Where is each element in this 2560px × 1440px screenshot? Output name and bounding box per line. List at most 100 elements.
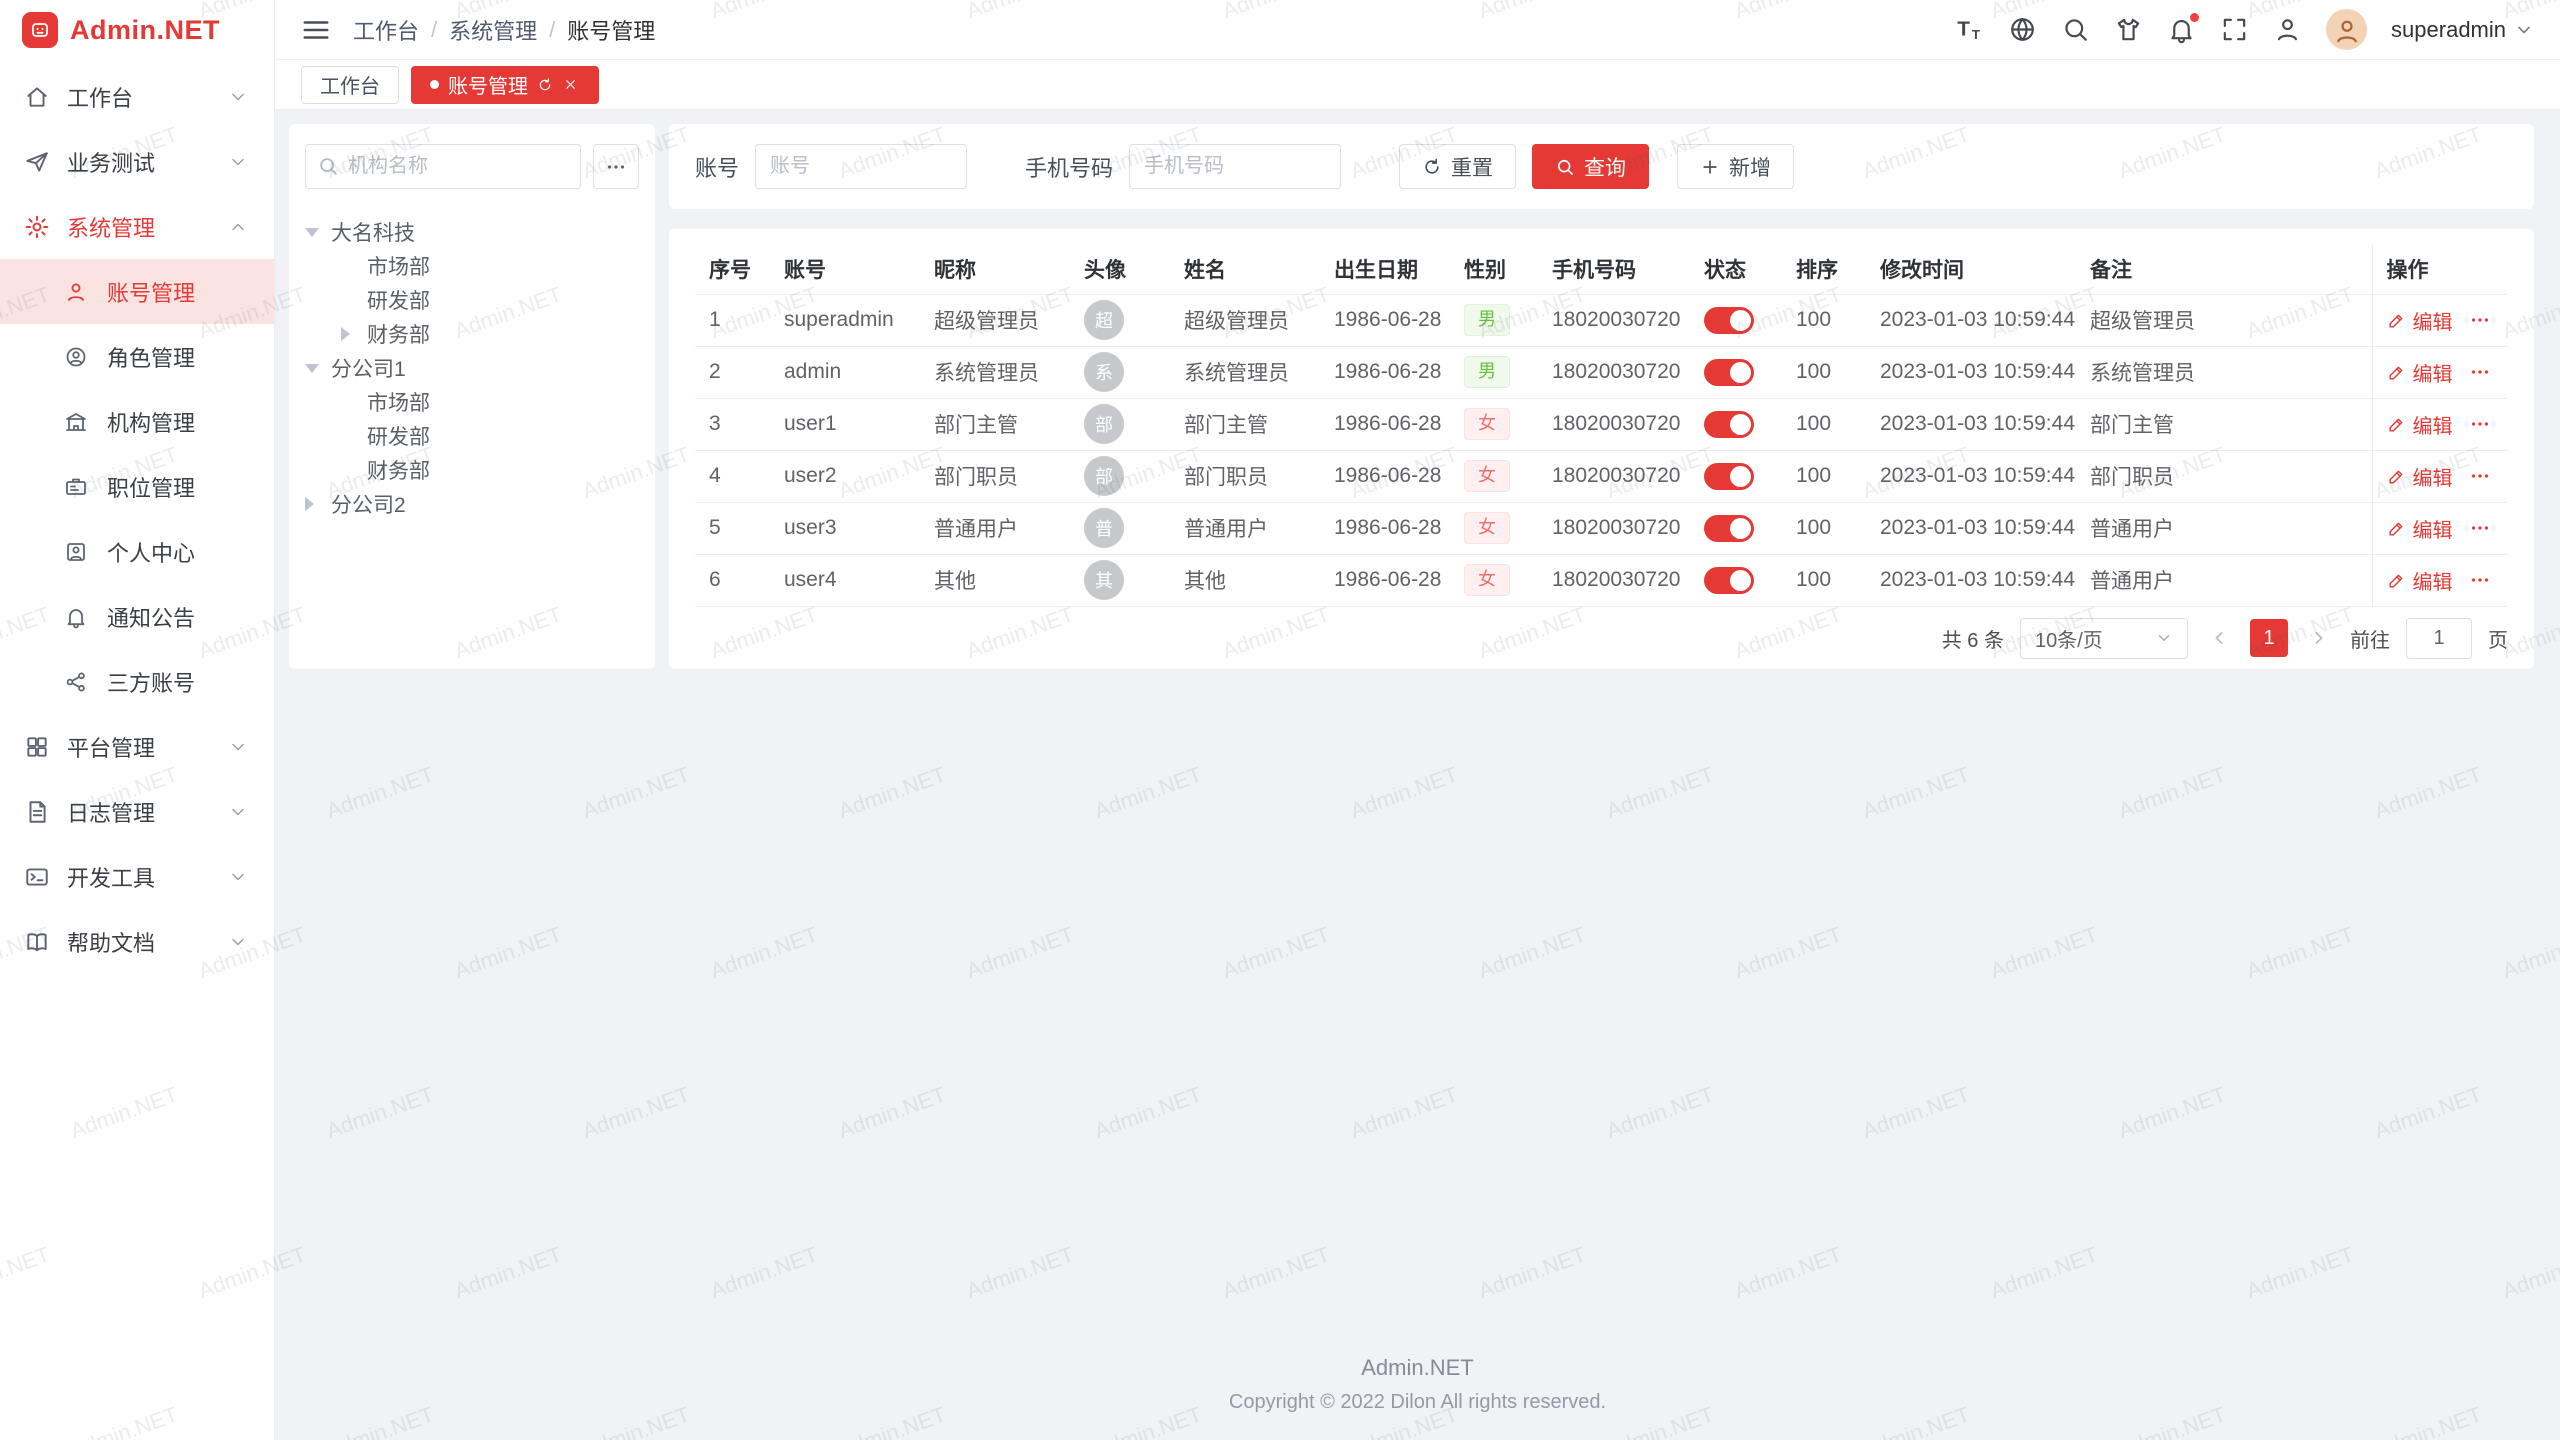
goto-page-input[interactable]	[2406, 618, 2472, 659]
more-actions-button[interactable]	[2469, 309, 2491, 331]
edit-button[interactable]: 编辑	[2387, 566, 2453, 595]
sidebar-item-dev-tools[interactable]: 开发工具	[0, 844, 274, 909]
column-header: 账号	[770, 244, 920, 294]
cell-actions: 编辑	[2372, 502, 2508, 554]
caret-right-icon[interactable]	[341, 327, 367, 341]
sidebar-item-log-manage[interactable]: 日志管理	[0, 779, 274, 844]
cell-no: 4	[695, 450, 770, 502]
more-actions-button[interactable]	[2469, 517, 2491, 539]
tree-node[interactable]: 分公司2	[305, 487, 639, 521]
tree-node[interactable]: 分公司1	[305, 351, 639, 385]
status-toggle[interactable]	[1704, 463, 1754, 490]
tree-node[interactable]: 研发部	[305, 283, 639, 317]
sidebar-item-position-manage[interactable]: 职位管理	[0, 454, 274, 519]
cell-remark: 超级管理员	[2076, 294, 2372, 346]
tab-refresh-icon[interactable]	[537, 76, 554, 93]
tab-account-manage[interactable]: 账号管理	[411, 66, 599, 104]
cell-no: 1	[695, 294, 770, 346]
notification-bell-icon[interactable]	[2167, 15, 2196, 44]
logo[interactable]: Admin.NET	[0, 0, 274, 60]
edit-button[interactable]: 编辑	[2387, 514, 2453, 543]
sidebar-item-help-docs[interactable]: 帮助文档	[0, 909, 274, 974]
status-toggle[interactable]	[1704, 307, 1754, 334]
more-actions-button[interactable]	[2469, 569, 2491, 591]
edit-button[interactable]: 编辑	[2387, 410, 2453, 439]
status-toggle[interactable]	[1704, 411, 1754, 438]
avatar: 部	[1084, 404, 1124, 444]
phone-filter-input[interactable]	[1129, 144, 1341, 189]
breadcrumb-item[interactable]: 工作台	[353, 14, 419, 46]
sidebar-item-account-manage[interactable]: 账号管理	[0, 259, 274, 324]
doc-icon	[24, 928, 51, 955]
caret-down-icon[interactable]	[305, 228, 331, 237]
search-button[interactable]: 查询	[1532, 144, 1649, 189]
next-page-button[interactable]	[2304, 619, 2334, 657]
tree-node[interactable]: 研发部	[305, 419, 639, 453]
more-actions-button[interactable]	[2469, 413, 2491, 435]
sidebar-item-workbench[interactable]: 工作台	[0, 64, 274, 129]
refresh-icon	[1422, 157, 1442, 177]
tree-node[interactable]: 财务部	[305, 317, 639, 351]
user-icon[interactable]	[2273, 15, 2302, 44]
topbar: 工作台 / 系统管理 / 账号管理 TT superadmin	[275, 0, 2560, 60]
cell-gender: 女	[1450, 502, 1538, 554]
column-header: 姓名	[1170, 244, 1320, 294]
sidebar-item-third-account[interactable]: 三方账号	[0, 649, 274, 714]
tree-node[interactable]: 市场部	[305, 249, 639, 283]
breadcrumb-item[interactable]: 系统管理	[449, 14, 537, 46]
edit-button[interactable]: 编辑	[2387, 306, 2453, 335]
avatar[interactable]	[2326, 9, 2367, 50]
chevron-right-icon	[2309, 628, 2329, 648]
account-filter-input[interactable]	[755, 144, 967, 189]
reset-button[interactable]: 重置	[1399, 144, 1516, 189]
edit-button[interactable]: 编辑	[2387, 462, 2453, 491]
status-toggle[interactable]	[1704, 359, 1754, 386]
home-icon	[24, 83, 51, 110]
sidebar-item-biz-test[interactable]: 业务测试	[0, 129, 274, 194]
current-page-button[interactable]: 1	[2250, 619, 2288, 657]
page-size-select[interactable]: 10条/页	[2020, 618, 2188, 659]
sidebar-item-system-manage[interactable]: 系统管理	[0, 194, 274, 259]
sidebar-item-notice[interactable]: 通知公告	[0, 584, 274, 649]
sidebar-item-platform-manage[interactable]: 平台管理	[0, 714, 274, 779]
account-filter-label: 账号	[695, 151, 739, 183]
add-button[interactable]: 新增	[1677, 144, 1794, 189]
tab-workbench[interactable]: 工作台	[301, 66, 399, 104]
fullscreen-icon[interactable]	[2220, 15, 2249, 44]
gender-badge: 男	[1464, 356, 1510, 387]
search-icon[interactable]	[2061, 15, 2090, 44]
more-actions-button[interactable]	[2469, 361, 2491, 383]
sidebar-item-org-manage[interactable]: 机构管理	[0, 389, 274, 454]
brand-title: Admin.NET	[70, 15, 220, 46]
caret-down-icon[interactable]	[305, 364, 331, 373]
status-toggle[interactable]	[1704, 567, 1754, 594]
sidebar: Admin.NET 工作台业务测试系统管理账号管理角色管理机构管理职位管理个人中…	[0, 0, 275, 1440]
caret-right-icon[interactable]	[305, 497, 331, 511]
chevron-down-icon	[228, 866, 250, 888]
cell-modified: 2023-01-03 10:59:44	[1866, 346, 2076, 398]
profile-icon	[64, 538, 91, 565]
globe-icon[interactable]	[2008, 15, 2037, 44]
status-toggle[interactable]	[1704, 515, 1754, 542]
sidebar-item-role-manage[interactable]: 角色管理	[0, 324, 274, 389]
theme-icon[interactable]	[2114, 15, 2143, 44]
sidebar-item-personal-center[interactable]: 个人中心	[0, 519, 274, 584]
cell-gender: 女	[1450, 398, 1538, 450]
user-menu[interactable]: superadmin	[2391, 17, 2534, 43]
font-size-icon[interactable]: TT	[1955, 15, 1984, 44]
tree-node[interactable]: 财务部	[305, 453, 639, 487]
collapse-menu-icon[interactable]	[301, 15, 331, 45]
prev-page-button[interactable]	[2204, 619, 2234, 657]
cell-birth: 1986-06-28	[1320, 502, 1450, 554]
tree-node[interactable]: 市场部	[305, 385, 639, 419]
cell-account: user3	[770, 502, 920, 554]
pagination: 共 6 条 10条/页 1 前往	[695, 607, 2508, 669]
cell-no: 3	[695, 398, 770, 450]
tab-close-icon[interactable]	[563, 76, 580, 93]
sidebar-item-label: 平台管理	[67, 731, 228, 763]
tree-more-button[interactable]	[593, 144, 639, 189]
edit-button[interactable]: 编辑	[2387, 358, 2453, 387]
more-actions-button[interactable]	[2469, 465, 2491, 487]
org-name-search-input[interactable]	[305, 144, 581, 189]
tree-node[interactable]: 大名科技	[305, 215, 639, 249]
